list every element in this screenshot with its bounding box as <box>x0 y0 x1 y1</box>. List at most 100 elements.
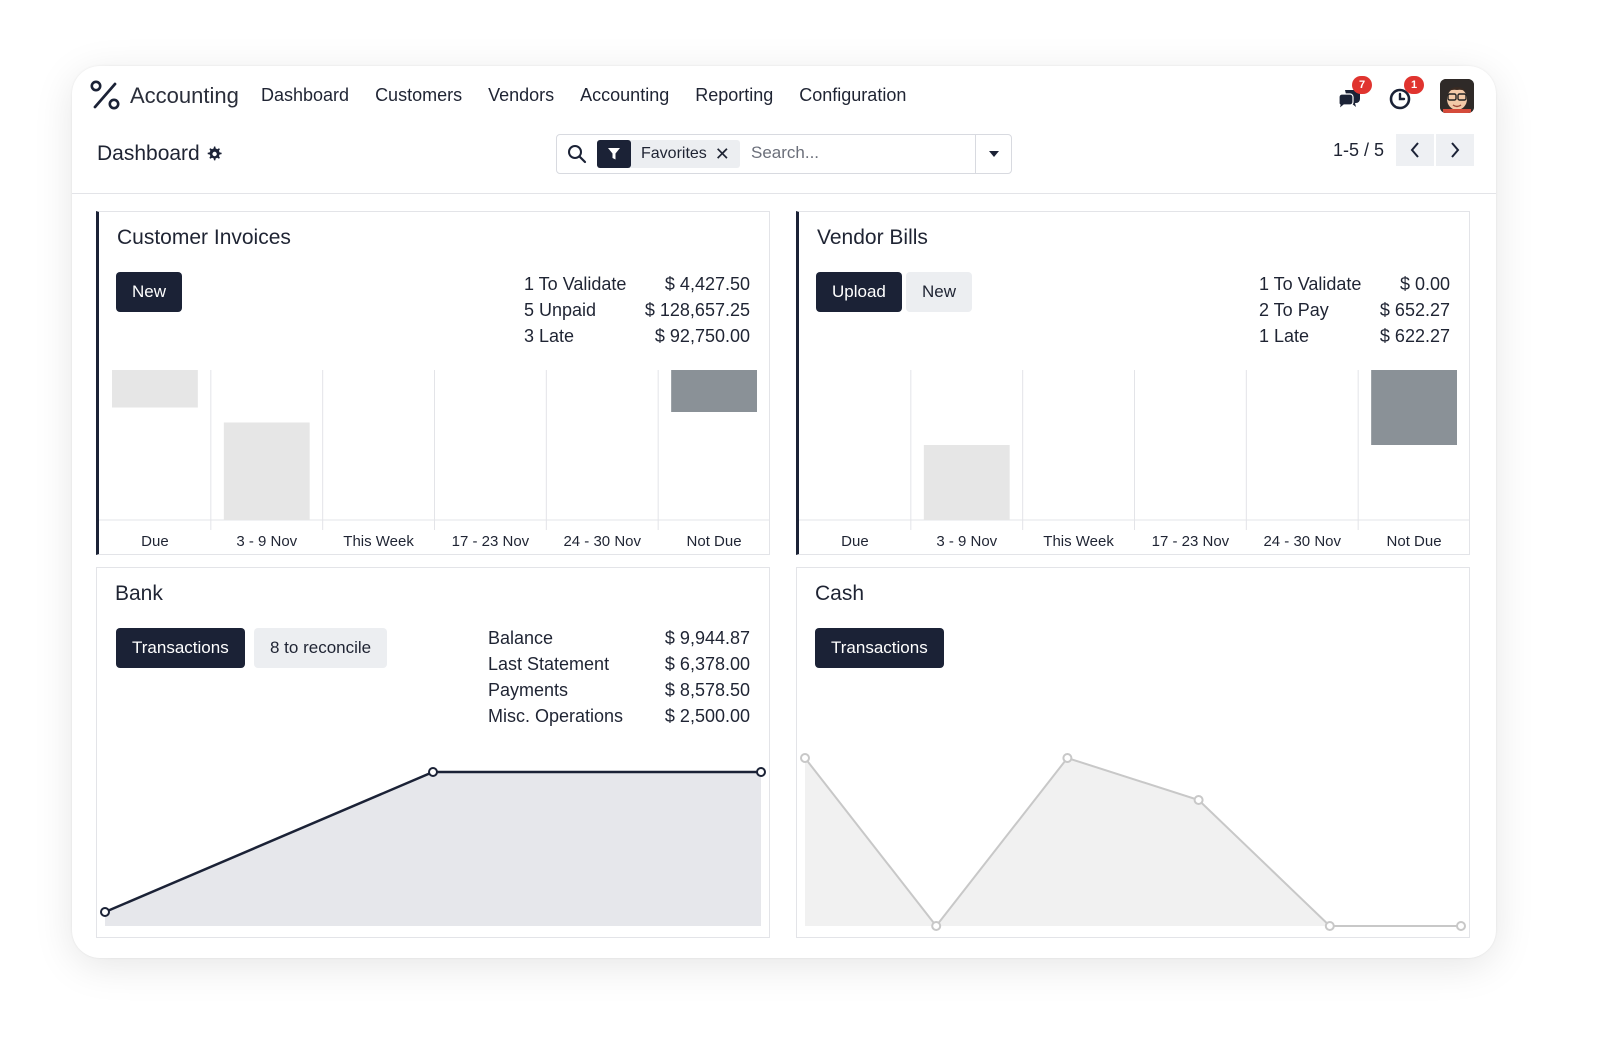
data-point <box>1062 753 1073 763</box>
cash-transactions-button[interactable]: Transactions <box>815 628 944 668</box>
bank-card: Bank Transactions 8 to reconcile Balance… <box>96 567 770 938</box>
favorites-facet: Favorites ✕ <box>597 140 740 168</box>
x-tick-label: 17 - 23 Nov <box>451 533 530 550</box>
avatar-image <box>1440 79 1474 113</box>
x-tick-label: This Week <box>1043 533 1114 550</box>
menu-item-reporting[interactable]: Reporting <box>695 85 773 106</box>
facet-remove-icon[interactable]: ✕ <box>715 144 740 165</box>
stat-label: Payments <box>488 680 569 700</box>
new-bill-button[interactable]: New <box>906 272 973 312</box>
data-point <box>931 921 942 931</box>
top-navbar: Accounting Dashboard Customers Vendors A… <box>72 66 1496 126</box>
menu-item-dashboard[interactable]: Dashboard <box>261 85 349 106</box>
stat-row[interactable]: 5 Unpaid $ 128,657.25 <box>524 300 750 326</box>
card-title[interactable]: Bank <box>115 582 163 606</box>
bar-3-9-nov <box>923 445 1010 520</box>
new-invoice-button[interactable]: New <box>116 272 183 312</box>
stat-row[interactable]: 1 To Validate $ 0.00 <box>1259 274 1450 300</box>
pager-next-button[interactable] <box>1436 134 1474 166</box>
breadcrumb: Dashboard <box>97 142 222 166</box>
data-point <box>756 767 766 777</box>
search-input[interactable] <box>751 143 971 163</box>
x-tick-label: Not Due <box>1386 533 1442 550</box>
stat-label: 2 To Pay <box>1259 300 1329 320</box>
gear-icon[interactable] <box>206 146 222 162</box>
messages-badge: 7 <box>1352 76 1372 94</box>
pager-value[interactable]: 1-5 / 5 <box>1333 140 1384 161</box>
systray: 7 1 <box>1336 76 1474 114</box>
x-tick-label: 3 - 9 Nov <box>936 533 998 550</box>
vendor-bills-card: Vendor Bills Upload New 1 To Validate $ 0… <box>796 211 1470 555</box>
stat-value: $ 6,378.00 <box>664 654 750 674</box>
x-tick-label: This Week <box>343 533 414 550</box>
menu-item-accounting[interactable]: Accounting <box>580 85 669 106</box>
upload-bill-button[interactable]: Upload <box>816 272 902 312</box>
menu-item-vendors[interactable]: Vendors <box>488 85 554 106</box>
card-title[interactable]: Vendor Bills <box>817 226 928 250</box>
stat-label: 5 Unpaid <box>524 300 597 320</box>
data-point <box>1456 921 1466 931</box>
bank-stats: Balance $ 9,944.87 Last Statement $ 6,378.… <box>488 628 750 732</box>
stat-label: Last Statement <box>488 654 610 674</box>
area-fill <box>105 772 761 926</box>
activities-badge: 1 <box>1404 76 1424 94</box>
invoice-bar-chart[interactable] <box>99 370 770 530</box>
facet-label: Favorites <box>641 145 707 162</box>
chevron-left-icon <box>1410 142 1419 158</box>
stat-value: $ 128,657.25 <box>644 300 750 320</box>
menu-item-customers[interactable]: Customers <box>375 85 462 106</box>
x-tick-label: 24 - 30 Nov <box>563 533 641 550</box>
page-title[interactable]: Dashboard <box>97 142 200 166</box>
bank-transactions-button[interactable]: Transactions <box>116 628 245 668</box>
stat-label: 1 To Validate <box>1259 274 1362 294</box>
x-tick-label: Not Due <box>686 533 742 550</box>
card-title[interactable]: Customer Invoices <box>117 226 291 250</box>
x-tick-label: 3 - 9 Nov <box>236 533 298 550</box>
bill-stats: 1 To Validate $ 0.00 2 To Pay $ 652.27 1 L… <box>1259 274 1450 352</box>
bar-not-due <box>671 370 757 412</box>
user-avatar[interactable] <box>1440 79 1474 113</box>
stat-row[interactable]: 1 Late $ 622.27 <box>1259 326 1450 352</box>
bill-bar-chart[interactable] <box>799 370 1470 530</box>
stat-row[interactable]: Payments $ 8,578.50 <box>488 680 750 706</box>
stat-value: $ 622.27 <box>1379 326 1450 346</box>
stat-value: $ 9,944.87 <box>664 628 750 648</box>
stat-label: Balance <box>488 628 554 648</box>
stat-row[interactable]: Last Statement $ 6,378.00 <box>488 654 750 680</box>
pager: 1-5 / 5 <box>1333 134 1474 166</box>
accounting-app-icon[interactable] <box>90 80 120 110</box>
reconcile-button[interactable]: 8 to reconcile <box>254 628 388 668</box>
stat-row[interactable]: 2 To Pay $ 652.27 <box>1259 300 1450 326</box>
stat-label: 3 Late <box>524 326 575 346</box>
x-tick-label: Due <box>841 533 869 550</box>
app-name[interactable]: Accounting <box>130 83 239 109</box>
stat-row[interactable]: 1 To Validate $ 4,427.50 <box>524 274 750 300</box>
cash-area-chart[interactable] <box>797 738 1469 938</box>
messages-button[interactable]: 7 <box>1336 76 1372 111</box>
bar-3-9-nov <box>223 422 310 520</box>
pager-previous-button[interactable] <box>1396 134 1434 166</box>
cash-card: Cash Transactions <box>796 567 1470 938</box>
customer-invoices-card: Customer Invoices New 1 To Validate $ 4,4… <box>96 211 770 555</box>
menu-item-configuration[interactable]: Configuration <box>799 85 906 106</box>
x-tick-label: 17 - 23 Nov <box>1151 533 1230 550</box>
search-options-toggle[interactable] <box>975 135 1011 173</box>
stat-value: $ 652.27 <box>1379 300 1450 320</box>
x-tick-label: Due <box>141 533 169 550</box>
bank-area-chart[interactable] <box>97 738 769 938</box>
search-icon[interactable] <box>567 144 587 164</box>
caret-down-icon <box>988 151 999 157</box>
area-fill <box>805 758 1461 926</box>
invoice-x-axis-labels: Due 3 - 9 Nov This Week 17 - 23 Nov 24 - 30 … <box>99 533 770 550</box>
stat-row[interactable]: Balance $ 9,944.87 <box>488 628 750 654</box>
data-point <box>428 767 438 777</box>
x-tick-label: 24 - 30 Nov <box>1263 533 1341 550</box>
chevron-right-icon <box>1451 142 1460 158</box>
stat-row[interactable]: Misc. Operations $ 2,500.00 <box>488 706 750 732</box>
main-menu: Dashboard Customers Vendors Accounting R… <box>261 85 906 106</box>
stat-label: 1 To Validate <box>524 274 627 294</box>
card-title[interactable]: Cash <box>815 582 864 606</box>
activities-button[interactable]: 1 <box>1388 76 1424 111</box>
stat-row[interactable]: 3 Late $ 92,750.00 <box>524 326 750 352</box>
stat-label: Misc. Operations <box>488 706 624 726</box>
